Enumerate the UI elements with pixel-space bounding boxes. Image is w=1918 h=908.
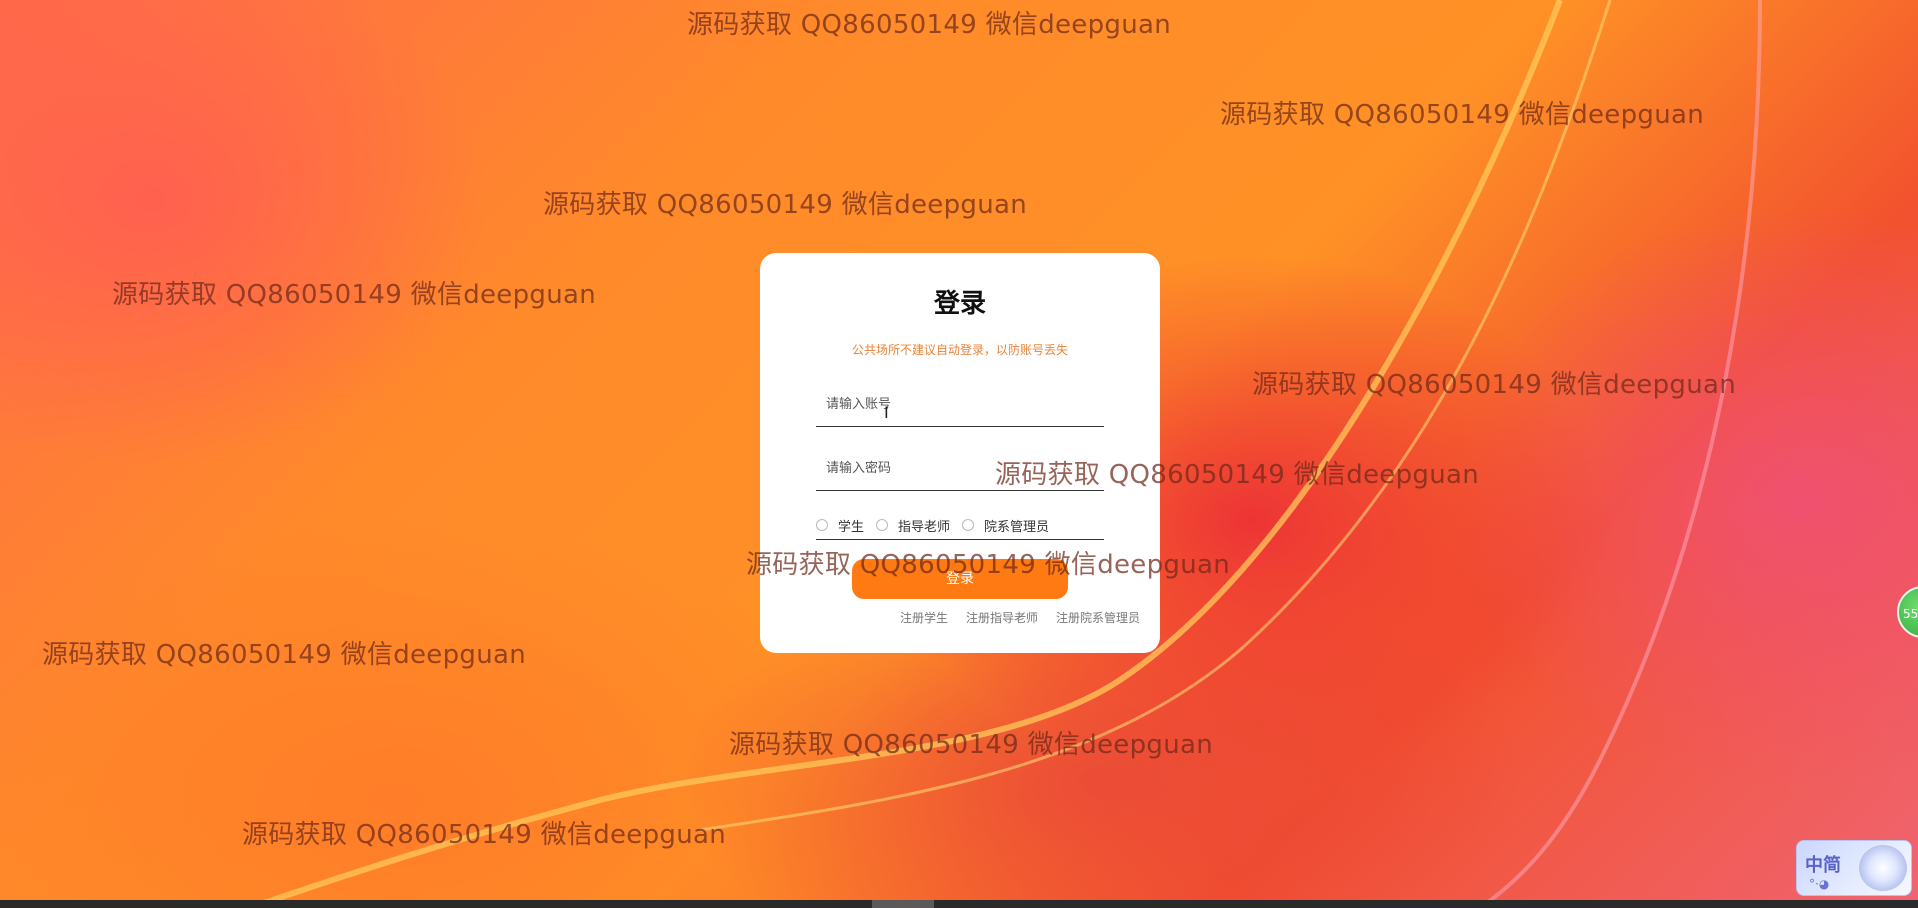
password-input[interactable] xyxy=(816,447,1104,491)
role-option-student[interactable]: 学生 xyxy=(816,516,864,535)
ime-paw-icon: °·◕ xyxy=(1809,877,1830,891)
radio-icon[interactable] xyxy=(962,519,975,531)
ime-status-widget[interactable]: 中简 °·◕ xyxy=(1796,840,1912,896)
role-label: 院系管理员 xyxy=(984,519,1050,535)
role-option-dept-admin[interactable]: 院系管理员 xyxy=(962,516,1049,535)
account-input[interactable] xyxy=(816,383,1104,427)
login-card: 登录 公共场所不建议自动登录，以防账号丢失 I 学生 指导老师 院系管理员 登录… xyxy=(760,253,1160,653)
scrollbar-thumb[interactable] xyxy=(872,900,934,908)
ime-flower-icon xyxy=(1859,845,1907,891)
text-cursor-icon: I xyxy=(884,403,889,422)
role-label: 学生 xyxy=(838,519,865,535)
role-label: 指导老师 xyxy=(898,519,951,535)
register-links: 注册学生 注册指导老师 注册院系管理员 xyxy=(882,609,1140,626)
ime-mode-label: 中简 xyxy=(1805,855,1841,876)
login-button[interactable]: 登录 xyxy=(852,559,1068,599)
role-option-advisor[interactable]: 指导老师 xyxy=(876,516,950,535)
register-student-link[interactable]: 注册学生 xyxy=(900,609,948,626)
role-selector: 学生 指导老师 院系管理员 xyxy=(816,511,1104,540)
login-title: 登录 xyxy=(933,289,986,319)
register-dept-admin-link[interactable]: 注册院系管理员 xyxy=(1056,609,1140,626)
login-hint: 公共场所不建议自动登录，以防账号丢失 xyxy=(851,343,1068,357)
horizontal-scrollbar[interactable] xyxy=(0,900,1918,908)
radio-icon[interactable] xyxy=(816,519,828,531)
register-advisor-link[interactable]: 注册指导老师 xyxy=(966,609,1038,626)
radio-icon[interactable] xyxy=(876,519,889,531)
